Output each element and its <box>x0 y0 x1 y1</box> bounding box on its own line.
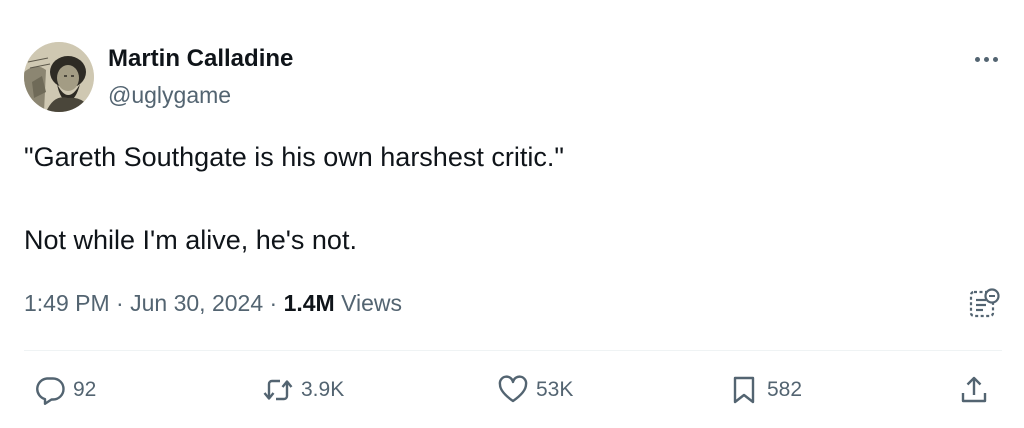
more-horizontal-icon <box>974 56 980 62</box>
meta-separator: · <box>109 290 131 316</box>
meta-separator: · <box>263 290 284 316</box>
share-button[interactable] <box>958 372 990 408</box>
share-upload-icon <box>961 376 987 403</box>
grok-explain-icon[interactable] <box>966 286 1002 322</box>
repost-button[interactable]: 3.9K <box>262 372 344 408</box>
reply-count: 92 <box>73 378 97 401</box>
like-count: 53K <box>536 378 574 401</box>
tweet-meta: 1:49 PM · Jun 30, 2024 · 1.4M Views <box>24 287 402 319</box>
author-display-name[interactable]: Martin Calladine <box>108 44 293 74</box>
repost-count: 3.9K <box>301 378 345 401</box>
tweet-card: Martin Calladine @uglygame "Gareth South… <box>0 0 1024 428</box>
tweet-time[interactable]: 1:49 PM <box>24 290 110 316</box>
author-handle[interactable]: @uglygame <box>108 80 231 110</box>
bookmark-count: 582 <box>767 378 803 401</box>
more-options-button[interactable] <box>966 44 1006 74</box>
reply-button[interactable]: 92 <box>34 372 96 408</box>
views-label: Views <box>334 290 403 316</box>
divider <box>24 350 1002 351</box>
tweet-date[interactable]: Jun 30, 2024 <box>130 290 263 316</box>
tweet-text-line-1: "Gareth Southgate is his own harshest cr… <box>24 142 564 172</box>
repost-arrows-icon <box>263 379 293 401</box>
views-count: 1.4M <box>283 290 335 316</box>
reply-bubble-icon <box>36 377 65 405</box>
bookmark-icon <box>733 376 755 404</box>
tweet-text-line-2: Not while I'm alive, he's not. <box>24 225 357 255</box>
avatar-image <box>24 42 94 112</box>
bookmark-button[interactable]: 582 <box>728 372 802 408</box>
like-button[interactable]: 53K <box>497 372 573 408</box>
heart-icon <box>498 375 528 403</box>
avatar[interactable] <box>24 42 94 112</box>
